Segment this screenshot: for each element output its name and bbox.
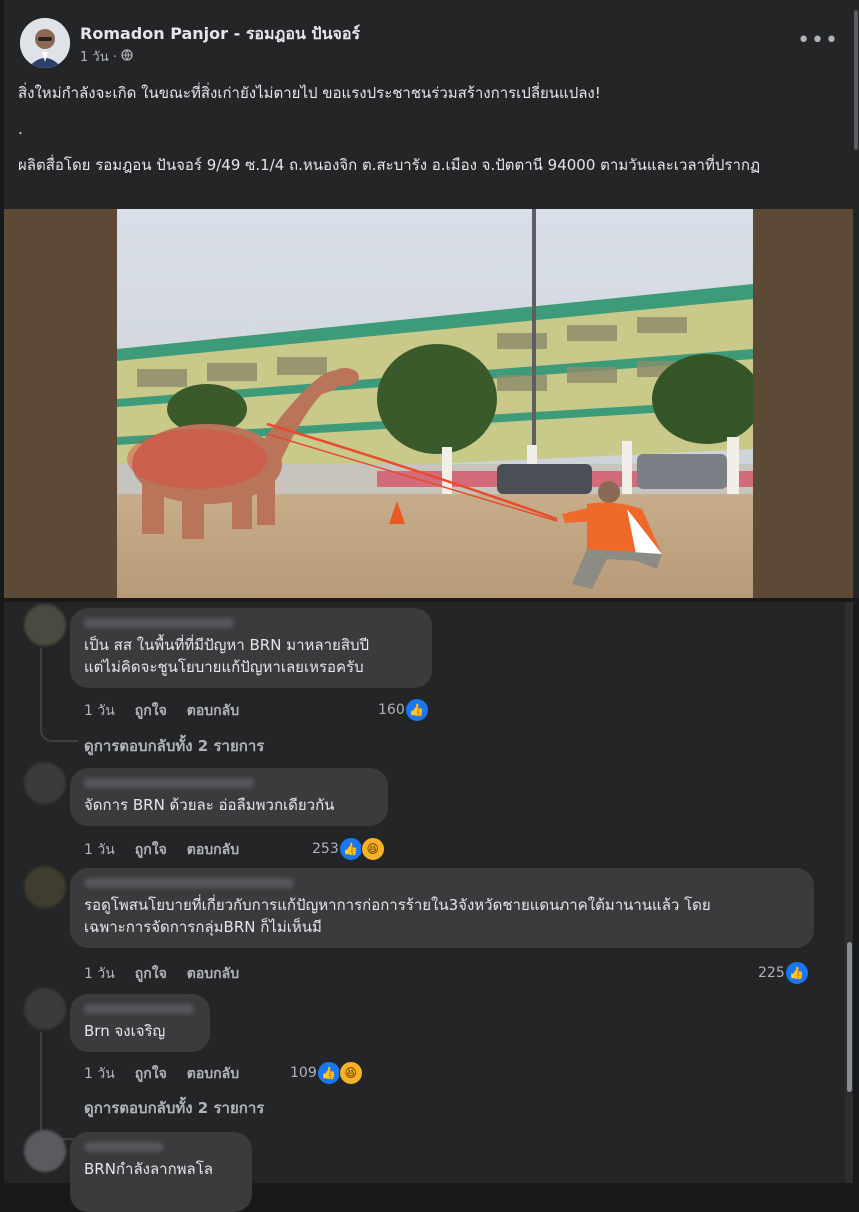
comment-time[interactable]: 1 วัน — [84, 963, 115, 985]
post-text-line: . — [18, 120, 23, 138]
post-meta: 1 วัน · — [80, 46, 133, 67]
thread-line — [40, 1032, 78, 1140]
like-icon: 👍 — [784, 961, 809, 985]
comment-bubble: จัดการ BRN ด้วยละ อ่อลืมพวกเดียวกัน — [70, 768, 388, 826]
comment-text: Brn จงเจริญ — [84, 1022, 166, 1040]
author-avatar[interactable] — [20, 18, 70, 68]
thread-line — [40, 648, 78, 742]
commenter-name-redacted — [84, 618, 234, 628]
reaction-count[interactable]: 109 👍 😆 — [290, 1061, 363, 1085]
comment-text: เป็น สส ในพื้นที่ที่มีปัญหา BRN มาหลายสิ… — [84, 636, 370, 676]
comment-actions: 1 วัน ถูกใจ ตอบกลับ — [84, 963, 239, 985]
more-dots-icon[interactable]: ••• — [797, 28, 839, 53]
comment-bubble: Brn จงเจริญ — [70, 994, 210, 1052]
comment-actions: 1 วัน ถูกใจ ตอบกลับ — [84, 839, 239, 861]
post-text-line: ผลิตสื่อโดย รอมฎอน ปันจอร์ 9/49 ซ.1/4 ถ.… — [18, 156, 761, 174]
comment-text: จัดการ BRN ด้วยละ อ่อลืมพวกเดียวกัน — [84, 796, 335, 814]
comment-actions: 1 วัน ถูกใจ ตอบกลับ — [84, 700, 239, 722]
comment-actions: 1 วัน ถูกใจ ตอบกลับ — [84, 1063, 239, 1085]
comment-text: BRNกำลังลากพลโล — [84, 1160, 213, 1178]
post-text: สิ่งใหม่กำลังจะเกิด ในขณะที่สิ่งเก่ายังไ… — [18, 80, 838, 178]
commenter-name-redacted — [84, 778, 254, 788]
post-card: Romadon Panjor - รอมฎอน ปันจอร์ 1 วัน · … — [4, 0, 853, 598]
comment-avatar[interactable] — [24, 604, 66, 646]
like-button[interactable]: ถูกใจ — [135, 963, 167, 985]
post-text-line: สิ่งใหม่กำลังจะเกิด ในขณะที่สิ่งเก่ายังไ… — [18, 84, 601, 102]
comment-text: รอดูโพสนโยบายที่เกี่ยวกับการแก้ปัญหาการก… — [84, 896, 711, 936]
reaction-count-value: 253 — [312, 841, 339, 857]
reaction-count[interactable]: 225 👍 — [758, 961, 809, 985]
reaction-count-value: 109 — [290, 1065, 317, 1081]
comment-avatar[interactable] — [24, 1130, 66, 1172]
post-scrollbar[interactable] — [853, 0, 859, 598]
view-replies-link[interactable]: ดูการตอบกลับทั้ง 2 รายการ — [84, 734, 264, 758]
reaction-count-value: 160 — [378, 702, 405, 718]
reaction-count-value: 225 — [758, 965, 785, 981]
reply-button[interactable]: ตอบกลับ — [187, 839, 239, 861]
post-photo-container[interactable] — [4, 209, 853, 598]
post-time[interactable]: 1 วัน · — [80, 46, 117, 67]
author-name[interactable]: Romadon Panjor - รอมฎอน ปันจอร์ — [80, 22, 360, 47]
comment-time[interactable]: 1 วัน — [84, 839, 115, 861]
comment-time[interactable]: 1 วัน — [84, 1063, 115, 1085]
like-button[interactable]: ถูกใจ — [135, 839, 167, 861]
comment-bubble: BRNกำลังลากพลโล — [70, 1132, 252, 1212]
haha-icon: 😆 — [338, 1061, 363, 1085]
reaction-count[interactable]: 253 👍 😆 — [312, 837, 385, 861]
comment-bubble: รอดูโพสนโยบายที่เกี่ยวกับการแก้ปัญหาการก… — [70, 868, 814, 948]
like-icon: 👍 — [316, 1061, 341, 1085]
commenter-name-redacted — [84, 1142, 164, 1152]
haha-icon: 😆 — [360, 837, 385, 861]
like-icon: 👍 — [404, 698, 429, 722]
reply-button[interactable]: ตอบกลับ — [187, 963, 239, 985]
commenter-name-redacted — [84, 1004, 194, 1014]
commenter-name-redacted — [84, 878, 294, 888]
reply-button[interactable]: ตอบกลับ — [187, 700, 239, 722]
like-button[interactable]: ถูกใจ — [135, 1063, 167, 1085]
comment-avatar[interactable] — [24, 866, 66, 908]
reply-button[interactable]: ตอบกลับ — [187, 1063, 239, 1085]
comments-section: เป็น สส ในพื้นที่ที่มีปัญหา BRN มาหลายสิ… — [4, 602, 853, 1212]
like-button[interactable]: ถูกใจ — [135, 700, 167, 722]
like-icon: 👍 — [338, 837, 363, 861]
globe-icon — [121, 48, 133, 65]
comment-avatar[interactable] — [24, 988, 66, 1030]
view-replies-link[interactable]: ดูการตอบกลับทั้ง 2 รายการ — [84, 1096, 264, 1120]
comment-bubble: เป็น สส ในพื้นที่ที่มีปัญหา BRN มาหลายสิ… — [70, 608, 432, 688]
post-photo[interactable] — [117, 209, 753, 598]
comment-avatar[interactable] — [24, 762, 66, 804]
comments-scrollbar[interactable] — [845, 602, 853, 1183]
comment-time[interactable]: 1 วัน — [84, 700, 115, 722]
reaction-count[interactable]: 160 👍 — [378, 698, 429, 722]
